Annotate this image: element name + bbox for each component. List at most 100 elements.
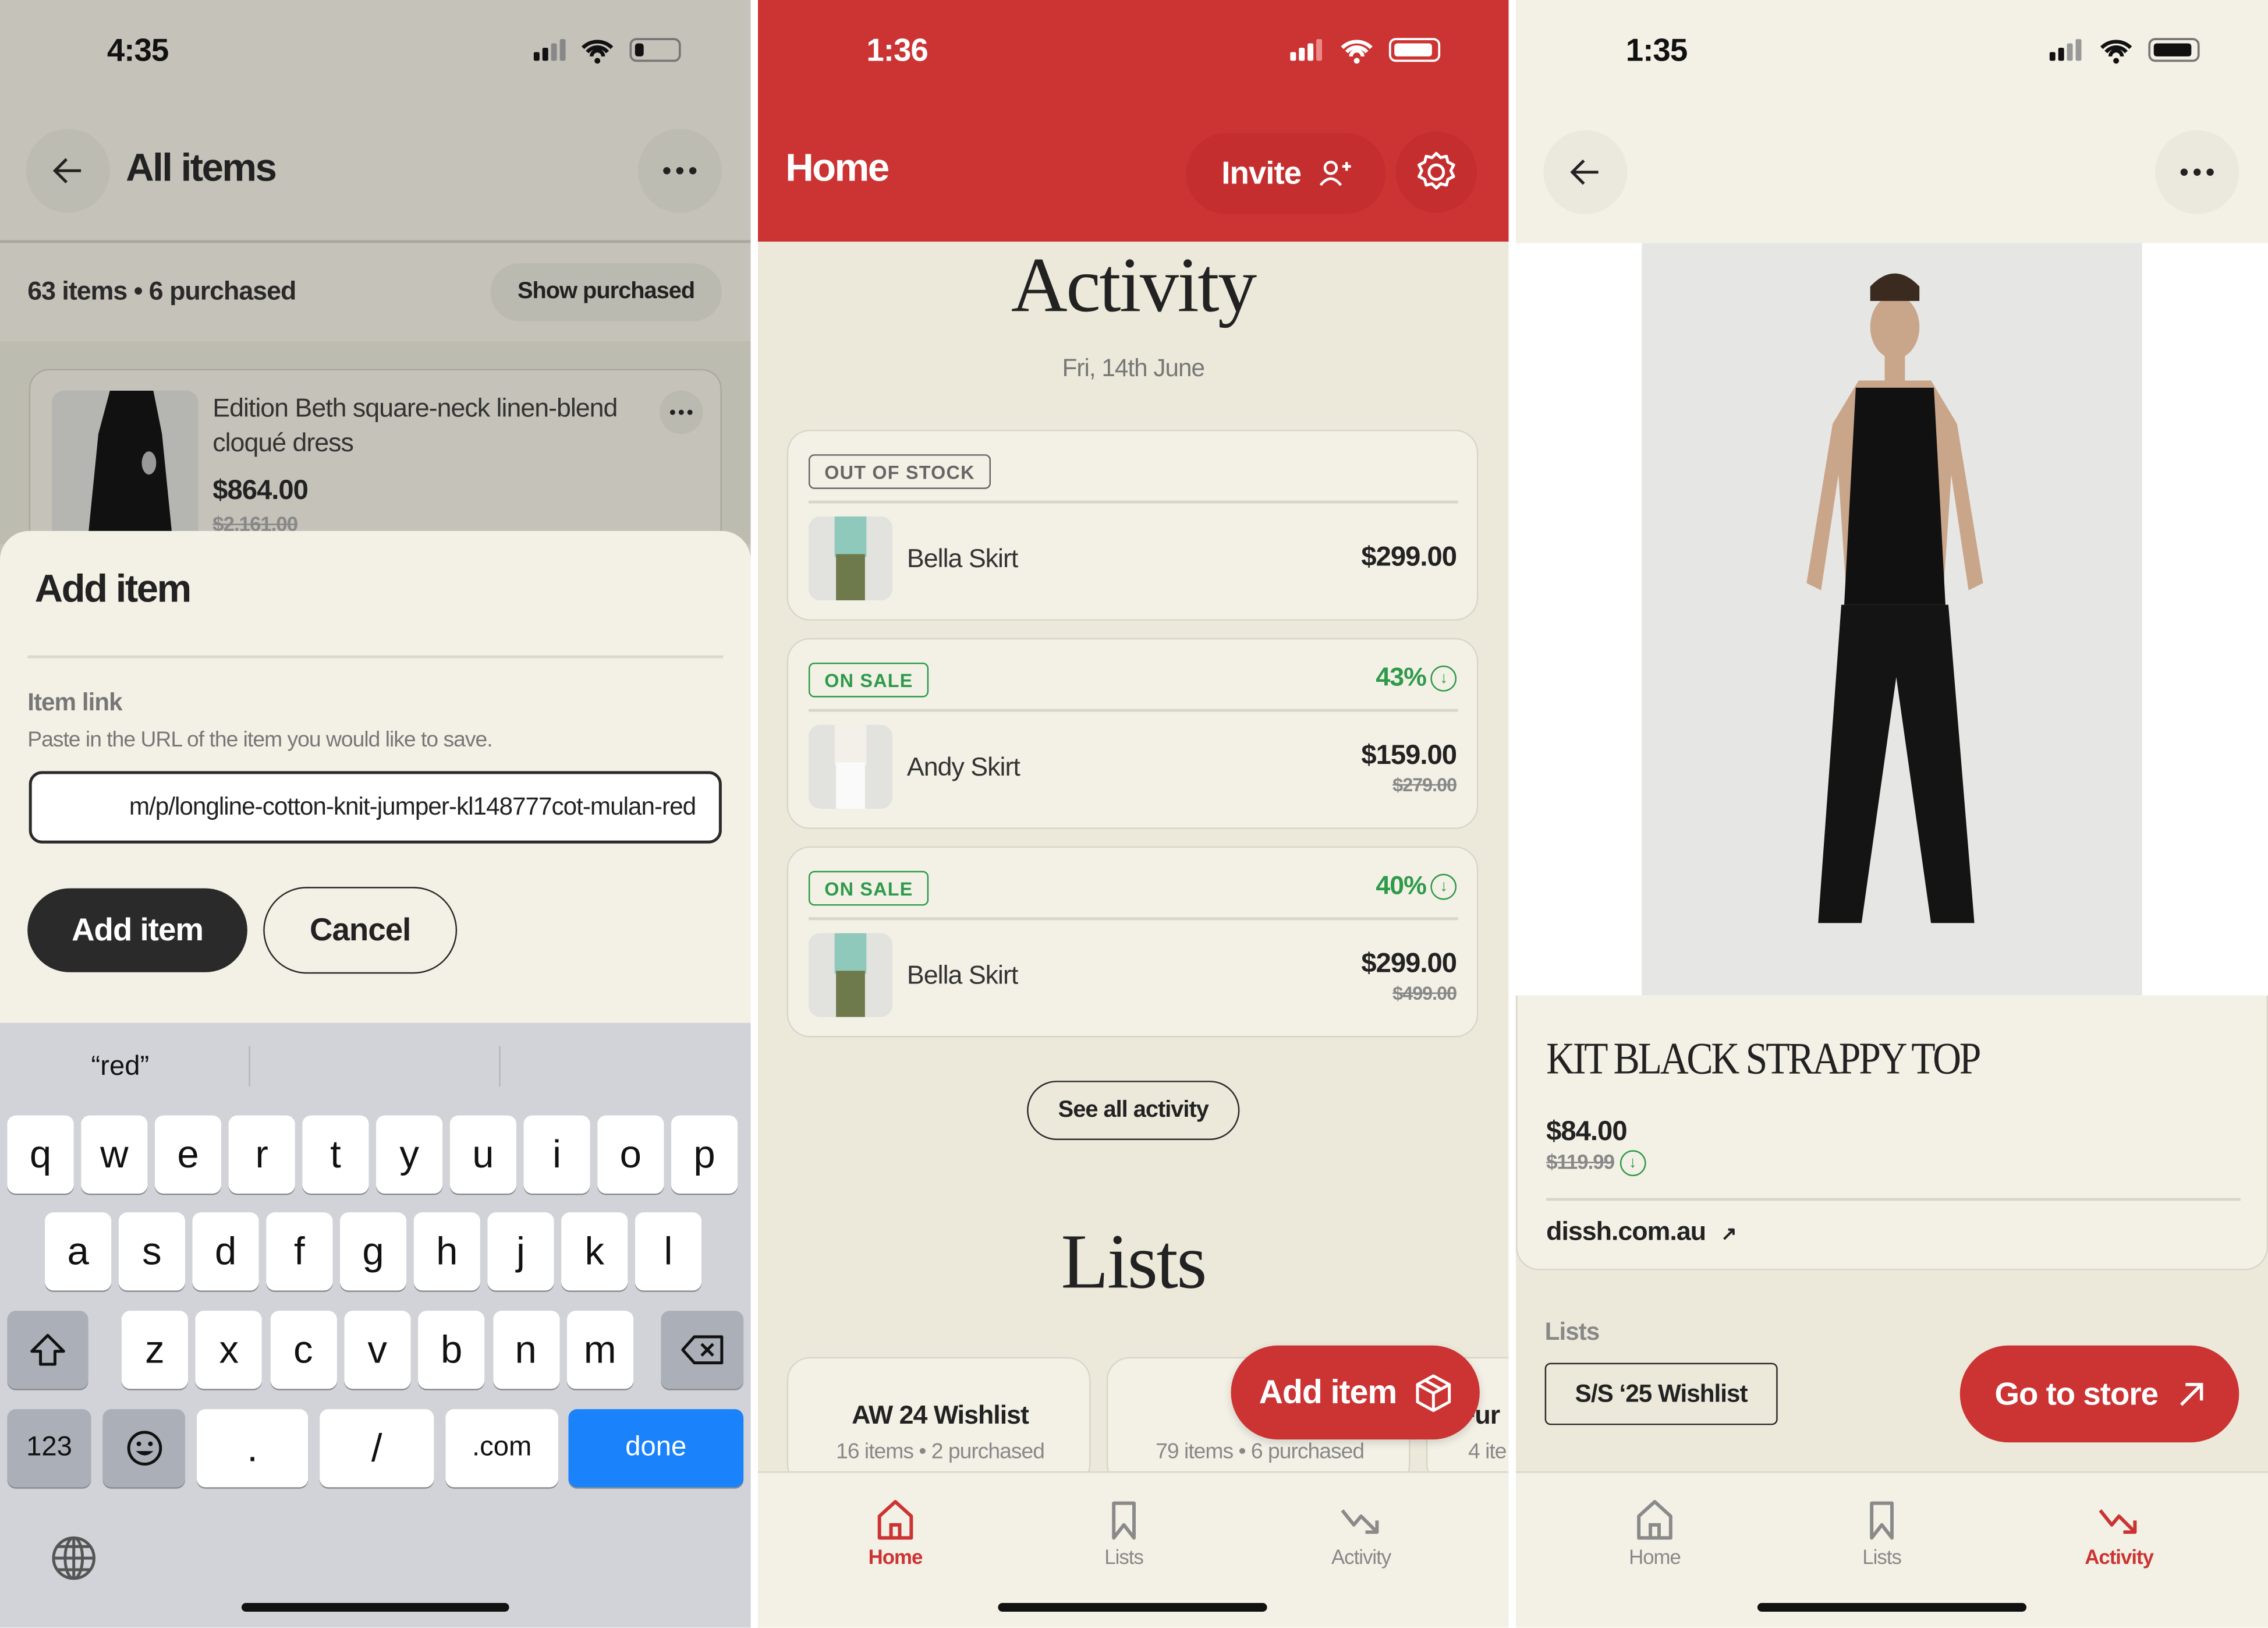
back-button[interactable] <box>26 129 110 213</box>
key-h[interactable]: h <box>413 1212 480 1291</box>
key-l[interactable]: l <box>635 1212 702 1291</box>
divider <box>27 655 724 658</box>
key-g[interactable]: g <box>339 1212 407 1291</box>
key-o[interactable]: o <box>597 1115 664 1194</box>
add-item-fab[interactable]: Add item <box>1231 1345 1480 1440</box>
settings-button[interactable] <box>1395 132 1477 213</box>
key-t[interactable]: t <box>302 1115 369 1194</box>
store-link[interactable]: dissh.com.au ↗ <box>1546 1216 1737 1247</box>
divider <box>0 240 751 243</box>
key-x[interactable]: x <box>196 1311 263 1389</box>
tab-lists[interactable]: Lists <box>1059 1499 1189 1568</box>
key-i[interactable]: i <box>523 1115 590 1194</box>
key-v[interactable]: v <box>344 1311 411 1389</box>
add-user-icon <box>1319 161 1351 186</box>
activity-card[interactable]: ON SALE Andy Skirt $159.00 $279.00 43% ↓ <box>786 638 1479 829</box>
tab-activity[interactable]: Activity <box>1296 1499 1426 1568</box>
tab-lists[interactable]: Lists <box>1817 1499 1947 1568</box>
show-purchased-button[interactable]: Show purchased <box>490 263 722 321</box>
key-b[interactable]: b <box>418 1311 485 1389</box>
back-button[interactable] <box>1543 130 1628 214</box>
key-j[interactable]: j <box>487 1212 554 1291</box>
store-name: dissh.com.au <box>1546 1216 1706 1246</box>
key-d[interactable]: d <box>192 1212 259 1291</box>
key-s[interactable]: s <box>118 1212 186 1291</box>
item-thumbnail <box>808 516 893 601</box>
key-k[interactable]: k <box>561 1212 628 1291</box>
key-q[interactable]: q <box>7 1115 74 1194</box>
shift-key[interactable] <box>7 1311 88 1389</box>
key-m[interactable]: m <box>566 1311 633 1389</box>
key-z[interactable]: z <box>121 1311 189 1389</box>
key-n[interactable]: n <box>492 1311 559 1389</box>
activity-card[interactable]: ON SALE Bella Skirt $299.00 $499.00 40% ↓ <box>786 846 1479 1038</box>
home-indicator <box>1757 1603 2027 1612</box>
cancel-button[interactable]: Cancel <box>263 887 458 974</box>
status-badge: ON SALE <box>808 870 929 906</box>
period-key-label: . <box>247 1425 258 1470</box>
home-screen: 1:36 Home Invite Activity Fri, 14th June… <box>757 0 1509 1628</box>
key-e[interactable]: e <box>154 1115 222 1194</box>
item-name-line1: Edition Beth square-neck linen-blend <box>212 393 618 423</box>
tab-label: Lists <box>1104 1545 1144 1569</box>
key-p[interactable]: p <box>671 1115 738 1194</box>
more-button[interactable] <box>637 129 722 213</box>
activity-card[interactable]: OUT OF STOCK Bella Skirt $299.00 <box>786 429 1479 621</box>
invite-button[interactable]: Invite <box>1186 133 1386 214</box>
period-key[interactable]: . <box>196 1409 309 1488</box>
key-f[interactable]: f <box>266 1212 333 1291</box>
go-to-store-label: Go to store <box>1994 1375 2159 1411</box>
key-y[interactable]: y <box>376 1115 443 1194</box>
see-all-activity-button[interactable]: See all activity <box>1027 1081 1240 1140</box>
see-all-label: See all activity <box>1058 1097 1209 1122</box>
key-c[interactable]: c <box>270 1311 336 1389</box>
emoji-key[interactable] <box>102 1409 186 1488</box>
key-r[interactable]: r <box>228 1115 295 1194</box>
keyboard-suggestion[interactable]: “red” <box>91 1052 150 1084</box>
dotcom-key[interactable]: .com <box>445 1409 559 1488</box>
items-summary: 63 items • 6 purchased <box>27 276 296 306</box>
list-card[interactable]: AW 24 Wishlist 16 items • 2 purchased <box>786 1357 1091 1488</box>
external-link-icon: ↗ <box>1721 1222 1737 1244</box>
status-time: 4:35 <box>107 31 169 68</box>
list-chip[interactable]: S/S ‘25 Wishlist <box>1544 1362 1778 1425</box>
item-link-value: m/p/longline-cotton-knit-jumper-kl148777… <box>129 792 696 820</box>
globe-key[interactable] <box>51 1535 97 1588</box>
key-u[interactable]: u <box>449 1115 517 1194</box>
list-meta: 16 items • 2 purchased <box>836 1439 1045 1464</box>
package-icon <box>1415 1374 1451 1411</box>
product-image <box>1515 243 2268 996</box>
show-purchased-label: Show purchased <box>517 279 695 304</box>
go-to-store-button[interactable]: Go to store <box>1959 1345 2239 1443</box>
more-button[interactable] <box>2155 130 2239 214</box>
item-link-input[interactable]: m/p/longline-cotton-knit-jumper-kl148777… <box>29 771 722 844</box>
home-indicator <box>241 1603 509 1612</box>
tab-home[interactable]: Home <box>1590 1499 1720 1568</box>
home-title: Home <box>785 146 890 190</box>
add-item-button[interactable]: Add item <box>27 888 247 972</box>
item-price: $299.00 <box>1361 542 1457 573</box>
list-meta: 4 ite <box>1468 1439 1507 1464</box>
status-time: 1:36 <box>866 31 928 68</box>
item-thumbnail <box>808 724 893 809</box>
home-icon <box>830 1499 961 1542</box>
slash-key[interactable]: / <box>320 1409 434 1488</box>
numbers-key[interactable]: 123 <box>7 1409 91 1488</box>
tab-home[interactable]: Home <box>830 1499 961 1568</box>
add-item-sheet: Add item Item link Paste in the URL of t… <box>0 530 751 1031</box>
tab-activity[interactable]: Activity <box>2054 1499 2184 1568</box>
fab-label: Add item <box>1259 1372 1398 1411</box>
done-key[interactable]: done <box>568 1409 744 1488</box>
tab-label: Activity <box>2085 1545 2154 1569</box>
item-name-line2: cloqué dress <box>212 428 354 458</box>
product-old-price: $119.99 <box>1546 1150 1615 1174</box>
gear-icon <box>1418 151 1455 190</box>
emoji-icon <box>126 1431 162 1466</box>
key-a[interactable]: a <box>45 1212 112 1291</box>
delete-key[interactable] <box>661 1311 744 1389</box>
status-icons <box>1287 36 1446 72</box>
divider <box>808 500 1458 503</box>
keyboard: “red” 123 . / .com done qwertyuiop asdfgh… <box>0 1022 751 1628</box>
key-w[interactable]: w <box>81 1115 148 1194</box>
item-more-button[interactable] <box>660 390 703 434</box>
